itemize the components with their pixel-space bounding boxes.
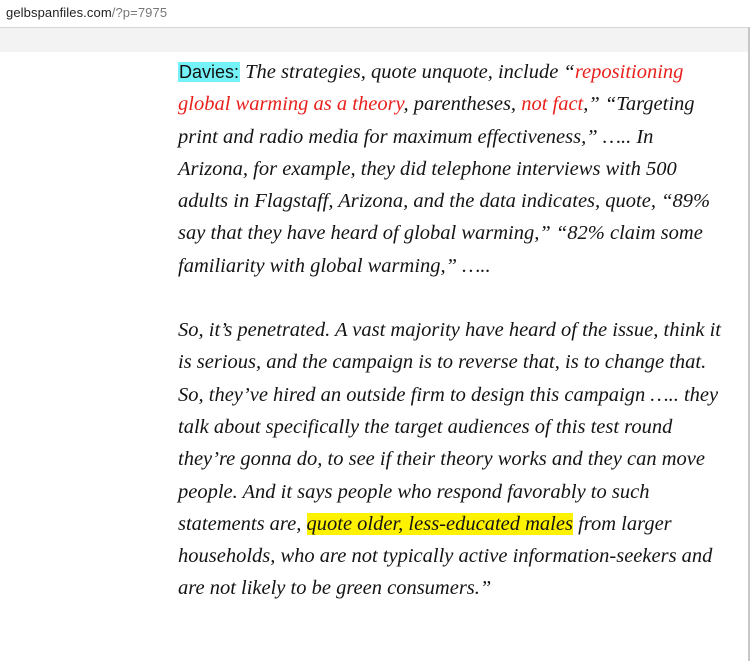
paragraph-2-text-a: So, it’s penetrated. A vast majority hav… xyxy=(178,319,721,535)
url-path: /?p=7975 xyxy=(111,5,168,20)
paragraph-2: So, it’s penetrated. A vast majority hav… xyxy=(178,314,728,605)
article-body: Davies: The strategies, quote unquote, i… xyxy=(178,56,728,605)
paragraph-1: Davies: The strategies, quote unquote, i… xyxy=(178,56,728,282)
speaker-label: Davies: xyxy=(178,62,241,82)
url-domain: gelbspanfiles.com xyxy=(6,5,112,20)
browser-toolbar-strip xyxy=(0,27,750,52)
paragraph-1-text-c: ,” “Targeting print and radio media for … xyxy=(178,93,711,277)
url-text[interactable]: gelbspanfiles.com/?p=7975 xyxy=(6,5,167,20)
red-phrase-not-fact: not fact xyxy=(521,93,584,116)
paragraph-1-text-a: The strategies, quote unquote, include “ xyxy=(240,61,575,83)
address-bar[interactable]: gelbspanfiles.com/?p=7975 xyxy=(0,0,750,28)
paragraph-1-text-b: , parentheses, xyxy=(403,93,522,116)
highlighted-phrase: quote older, less-educated males xyxy=(306,512,573,535)
